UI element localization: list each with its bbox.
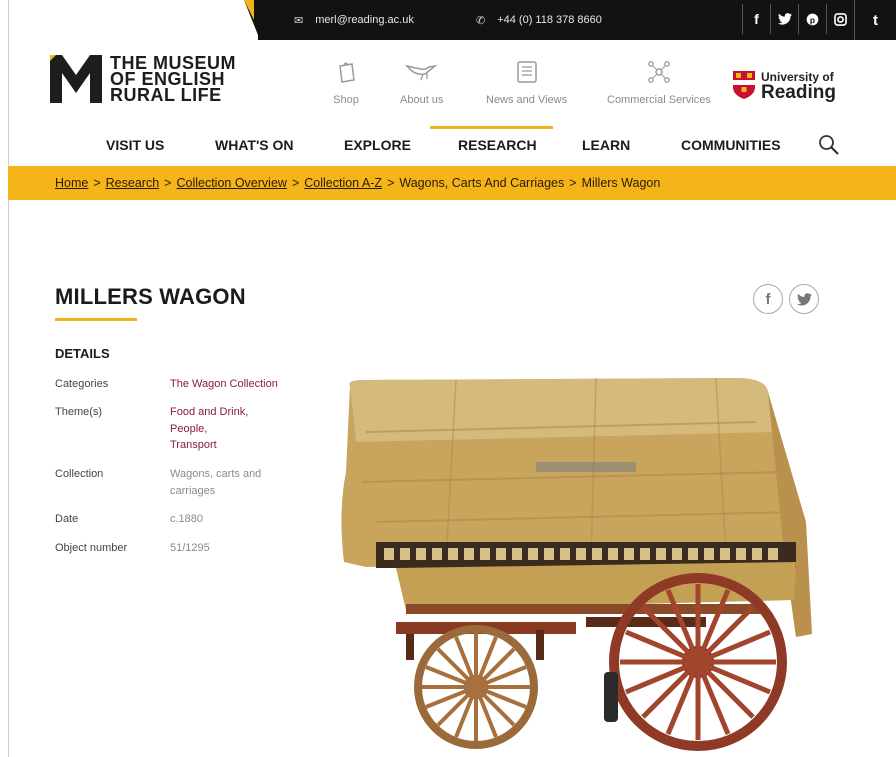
header-nav-label: Commercial Services <box>607 94 711 106</box>
university-name: University of Reading <box>761 70 836 103</box>
museum-name-line3: RURAL LIFE <box>110 85 222 105</box>
phone-link[interactable]: ✆ +44 (0) 118 378 8660 <box>476 0 602 40</box>
breadcrumb-collection-overview[interactable]: Collection Overview <box>176 176 286 190</box>
tumblr-icon[interactable]: t <box>854 0 896 40</box>
breadcrumb-separator: > <box>291 176 300 190</box>
nav-learn[interactable]: LEARN <box>582 137 630 153</box>
breadcrumb-separator: > <box>569 176 577 190</box>
breadcrumb-wagons: Wagons, Carts And Carriages <box>399 176 565 190</box>
university-shield-icon <box>733 71 755 99</box>
collection-value-line: Wagons, carts and <box>170 468 262 480</box>
instagram-icon[interactable] <box>826 4 854 34</box>
museum-name: THE MUSEUM OF ENGLISH RURAL LIFE <box>110 54 236 105</box>
twitter-icon[interactable] <box>770 4 798 34</box>
mail-icon: ✉ <box>294 14 304 27</box>
bag-icon <box>339 62 355 83</box>
phone-icon: ✆ <box>476 14 486 27</box>
active-nav-indicator <box>430 126 553 129</box>
title-underline <box>55 318 137 321</box>
social-links: f p <box>742 4 854 34</box>
details-heading: DETAILS <box>55 346 110 361</box>
facebook-icon: f <box>765 290 771 308</box>
header-nav-news[interactable]: News and Views <box>486 60 567 106</box>
detail-label: Date <box>55 513 79 525</box>
phone-text: +44 (0) 118 378 8660 <box>497 14 602 26</box>
object-number-value: 51/1295 <box>170 542 210 554</box>
theme-link[interactable]: People, <box>170 421 290 438</box>
nav-communities[interactable]: COMMUNITIES <box>681 137 781 153</box>
main-nav: VISIT US WHAT'S ON EXPLORE RESEARCH LEAR… <box>0 126 896 164</box>
detail-label: Theme(s) <box>55 406 103 418</box>
wagon-image <box>341 377 812 751</box>
theme-link[interactable]: Transport <box>170 437 290 454</box>
bird-icon <box>404 64 438 81</box>
breadcrumb-separator: > <box>93 176 101 190</box>
header-nav-label: Shop <box>333 94 359 106</box>
header-nav-about[interactable]: About us <box>400 60 443 106</box>
pinterest-icon[interactable]: p <box>798 4 826 34</box>
theme-links: Food and Drink, People, Transport <box>170 404 290 454</box>
theme-link[interactable]: Food and Drink, <box>170 404 290 421</box>
network-icon <box>648 61 670 83</box>
collection-value: Wagons, carts and carriages <box>170 466 290 499</box>
university-name-line2: Reading <box>761 82 836 103</box>
topbar-accent <box>244 0 254 20</box>
nav-explore[interactable]: EXPLORE <box>344 137 411 153</box>
category-link[interactable]: The Wagon Collection <box>170 376 290 393</box>
museum-m-icon <box>50 55 102 103</box>
twitter-icon <box>796 292 812 305</box>
breadcrumb-current: Millers Wagon <box>581 176 661 190</box>
breadcrumb-research[interactable]: Research <box>106 176 160 190</box>
date-value: c.1880 <box>170 513 204 525</box>
nav-research[interactable]: RESEARCH <box>458 137 537 153</box>
page-frame <box>8 0 9 757</box>
breadcrumb-separator: > <box>164 176 172 190</box>
nav-visit-us[interactable]: VISIT US <box>106 137 164 153</box>
breadcrumb-collection-a-z[interactable]: Collection A-Z <box>304 176 382 190</box>
breadcrumb: Home > Research > Collection Overview > … <box>8 166 896 200</box>
breadcrumb-home[interactable]: Home <box>55 176 88 190</box>
detail-label: Object number <box>55 542 128 554</box>
detail-label: Categories <box>55 378 109 390</box>
detail-label: Collection <box>55 468 104 480</box>
page-title: MILLERS WAGON <box>55 284 246 309</box>
search-icon[interactable] <box>818 134 840 156</box>
header-nav-commercial[interactable]: Commercial Services <box>607 60 711 106</box>
breadcrumb-separator: > <box>387 176 395 190</box>
contact-bar: ✉ merl@reading.ac.uk ✆ +44 (0) 118 378 8… <box>258 0 896 40</box>
email-link[interactable]: ✉ merl@reading.ac.uk <box>294 0 414 40</box>
nav-whats-on[interactable]: WHAT'S ON <box>215 137 294 153</box>
museum-logo[interactable]: THE MUSEUM OF ENGLISH RURAL LIFE <box>50 54 236 105</box>
svg-text:p: p <box>810 14 815 24</box>
university-logo[interactable]: University of Reading <box>733 70 836 103</box>
newspaper-icon <box>516 61 537 83</box>
share-facebook-button[interactable]: f <box>753 284 783 314</box>
header-nav-shop[interactable]: Shop <box>333 60 359 106</box>
header-nav-label: About us <box>400 94 444 106</box>
email-text: merl@reading.ac.uk <box>315 14 414 26</box>
share-twitter-button[interactable] <box>789 284 819 314</box>
header-nav-label: News and Views <box>486 94 568 106</box>
collection-value-line: carriages <box>170 484 216 497</box>
facebook-icon[interactable]: f <box>742 4 770 34</box>
